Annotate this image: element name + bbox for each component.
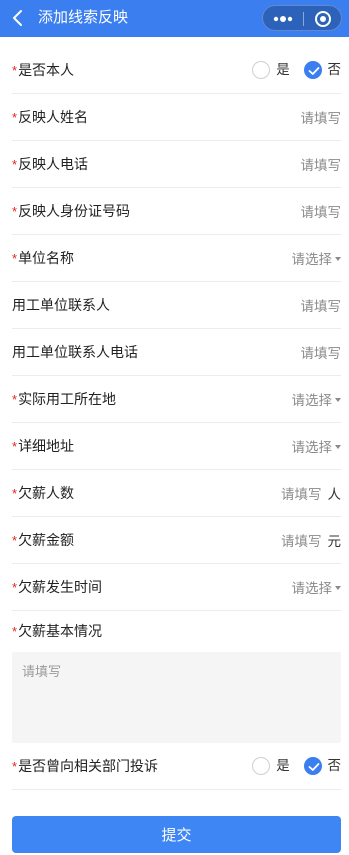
owed-time-select[interactable]: 请选择 xyxy=(292,577,341,597)
complained-radio-group: 是 否 xyxy=(242,756,341,776)
target-circle-icon[interactable] xyxy=(304,6,342,32)
owed-amount-unit: 元 xyxy=(327,534,342,549)
owed-time-label: *欠薪发生时间 xyxy=(12,579,103,595)
work-location-label: *实际用工所在地 xyxy=(12,391,117,407)
complained-label: *是否曾向相关部门投诉 xyxy=(12,758,159,774)
reporter-phone-label: *反映人电话 xyxy=(12,156,89,172)
unit-name-label: *单位名称 xyxy=(12,250,75,266)
address-label: *详细地址 xyxy=(12,438,75,454)
owed-details-row: *欠薪基本情况 xyxy=(12,611,341,651)
reporter-id-row: *反映人身份证号码 请填写 xyxy=(12,188,341,235)
mini-program-capsule xyxy=(262,5,342,31)
reporter-name-input[interactable]: 请填写 xyxy=(301,107,342,127)
owed-details-textarea[interactable] xyxy=(12,652,341,743)
owed-count-input[interactable]: 请填写人 xyxy=(281,483,341,503)
owed-amount-label: *欠薪金额 xyxy=(12,532,75,548)
address-row: *详细地址 请选择 xyxy=(12,423,341,470)
is-self-label: *是否本人 xyxy=(12,62,75,78)
owed-details-label: *欠薪基本情况 xyxy=(12,623,103,639)
reporter-phone-row: *反映人电话 请填写 xyxy=(12,141,341,188)
employer-contact-row: 用工单位联系人 请填写 xyxy=(12,282,341,329)
complained-yes-radio[interactable]: 是 xyxy=(252,756,290,776)
complained-row: *是否曾向相关部门投诉 是 否 xyxy=(12,743,341,790)
owed-amount-row: *欠薪金额 请填写元 xyxy=(12,517,341,564)
is-self-yes-radio[interactable]: 是 xyxy=(252,60,290,80)
is-self-no-radio[interactable]: 否 xyxy=(303,60,341,80)
employer-contact-input[interactable]: 请填写 xyxy=(301,295,342,315)
is-self-radio-group: 是 否 xyxy=(242,60,341,80)
reporter-name-row: *反映人姓名 请填写 xyxy=(12,94,341,141)
reporter-name-label: *反映人姓名 xyxy=(12,109,89,125)
caret-down-icon xyxy=(335,398,341,403)
reporter-id-label: *反映人身份证号码 xyxy=(12,203,131,219)
owed-count-row: *欠薪人数 请填写人 xyxy=(12,470,341,517)
owed-amount-input[interactable]: 请填写元 xyxy=(281,530,341,550)
unit-name-select[interactable]: 请选择 xyxy=(292,248,341,268)
owed-count-unit: 人 xyxy=(327,487,342,502)
employer-contact-phone-input[interactable]: 请填写 xyxy=(301,342,342,362)
more-dots-icon[interactable] xyxy=(263,6,303,32)
address-select[interactable]: 请选择 xyxy=(292,436,341,456)
reporter-phone-input[interactable]: 请填写 xyxy=(301,154,342,174)
radio-checked-icon xyxy=(303,61,322,79)
owed-count-label: *欠薪人数 xyxy=(12,485,75,501)
is-self-row: *是否本人 是 否 xyxy=(12,47,341,94)
caret-down-icon xyxy=(335,445,341,450)
radio-unchecked-icon xyxy=(252,757,271,775)
employer-contact-label: 用工单位联系人 xyxy=(12,297,110,313)
page-title: 添加线索反映 xyxy=(38,9,129,26)
work-location-row: *实际用工所在地 请选择 xyxy=(12,376,341,423)
complained-no-radio[interactable]: 否 xyxy=(303,756,341,776)
navigation-bar: 添加线索反映 xyxy=(0,0,349,37)
employer-contact-phone-label: 用工单位联系人电话 xyxy=(12,344,138,360)
submit-button[interactable]: 提交 xyxy=(12,816,341,853)
caret-down-icon xyxy=(335,586,341,591)
owed-time-row: *欠薪发生时间 请选择 xyxy=(12,564,341,611)
radio-checked-icon xyxy=(303,757,322,775)
caret-down-icon xyxy=(335,257,341,262)
unit-name-row: *单位名称 请选择 xyxy=(12,235,341,282)
back-icon[interactable] xyxy=(10,8,26,28)
work-location-select[interactable]: 请选择 xyxy=(292,389,341,409)
employer-contact-phone-row: 用工单位联系人电话 请填写 xyxy=(12,329,341,376)
radio-unchecked-icon xyxy=(252,61,271,79)
owed-details-textarea-wrapper xyxy=(12,652,341,743)
reporter-id-input[interactable]: 请填写 xyxy=(301,201,342,221)
